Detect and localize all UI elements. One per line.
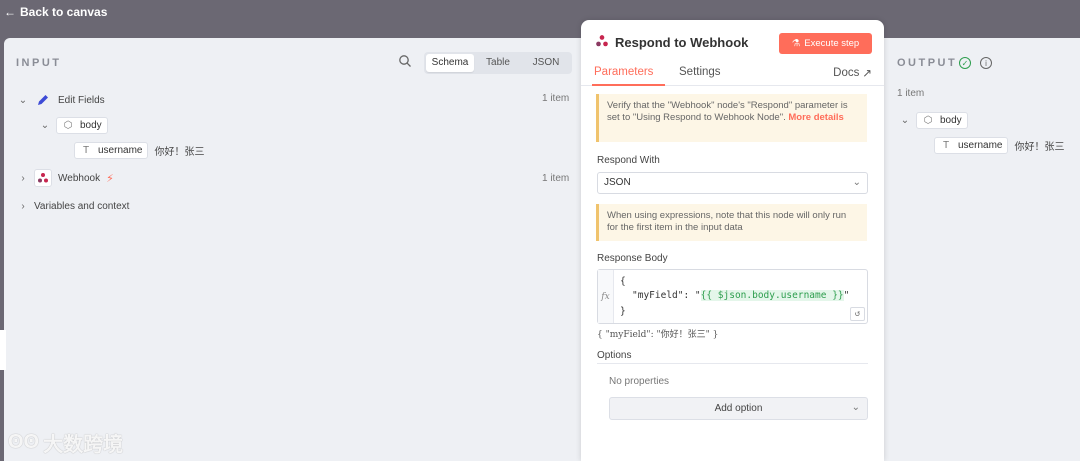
- options-label: Options: [597, 350, 632, 361]
- output-username-key-label: username: [958, 140, 1003, 151]
- info-icon[interactable]: i: [980, 57, 992, 69]
- chevron-right-icon[interactable]: ›: [18, 201, 28, 212]
- tab-parameters[interactable]: Parameters: [594, 66, 653, 78]
- code-line-2: "myField": "{{ $json.body.username }}": [632, 290, 849, 302]
- webhook-count: 1 item: [542, 173, 570, 184]
- tab-json[interactable]: JSON: [522, 54, 570, 72]
- execute-step-button[interactable]: ⚗ Execute step: [779, 33, 872, 54]
- success-check-icon: ✓: [959, 57, 971, 69]
- active-tab-underline: [592, 84, 665, 86]
- tree-item-body[interactable]: ⌄ ⬡ body: [40, 117, 108, 134]
- output-count: 1 item: [897, 88, 925, 99]
- docs-link[interactable]: Docs ↗: [833, 66, 872, 80]
- chevron-right-icon[interactable]: ›: [18, 173, 28, 184]
- back-to-canvas-link[interactable]: ← Back to canvas: [4, 5, 107, 19]
- no-properties-text: No properties: [609, 376, 670, 387]
- code-line-3: }: [620, 306, 626, 317]
- chevron-down-icon[interactable]: ⌄: [900, 115, 910, 126]
- username-key-label: username: [98, 145, 143, 156]
- node-title[interactable]: Respond to Webhook: [615, 35, 748, 50]
- add-option-label: Add option: [714, 403, 763, 414]
- text-type-icon: T: [942, 140, 950, 151]
- tab-settings[interactable]: Settings: [679, 66, 721, 78]
- tree-item-username: T username 你好！张三: [74, 142, 204, 159]
- view-mode-switch: Schema Table JSON: [424, 52, 572, 74]
- canvas-edge: [0, 330, 6, 370]
- arrow-left-icon: ←: [4, 5, 16, 19]
- output-body-key: ⬡ body: [916, 112, 968, 129]
- body-key-label: body: [80, 120, 102, 131]
- chevron-down-icon: ⌄: [852, 177, 861, 188]
- variables-label: Variables and context: [34, 201, 130, 212]
- chevron-down-icon: ⌄: [851, 402, 860, 413]
- tab-schema[interactable]: Schema: [426, 54, 474, 72]
- username-value: 你好！张三: [154, 147, 205, 158]
- webhook-label: Webhook: [58, 172, 101, 184]
- ndv-panel: INPUT Schema Table JSON ⌄ Edit Fields 1 …: [4, 38, 1080, 461]
- expression-notice-text: When using expressions, note that this n…: [607, 210, 847, 233]
- tab-table[interactable]: Table: [474, 54, 522, 72]
- expression-notice: When using expressions, note that this n…: [596, 204, 867, 241]
- more-details-link[interactable]: More details: [788, 112, 843, 123]
- code-expression: {{ $json.body.username }}: [700, 290, 844, 301]
- docs-label: Docs: [833, 67, 860, 79]
- node-settings-card: Respond to Webhook ⚗ Execute step Parame…: [581, 20, 884, 461]
- reset-icon[interactable]: ↺: [850, 307, 865, 321]
- watermark-logo: ʘʘ 大数跨境: [8, 428, 123, 457]
- code-quote: ": [843, 290, 850, 301]
- flask-icon: ⚗: [791, 38, 801, 49]
- respond-with-label: Respond With: [597, 155, 660, 166]
- top-bar: ← Back to canvas: [0, 0, 1080, 38]
- webhook-icon: [34, 169, 52, 187]
- code-key: "myField": ": [632, 290, 701, 301]
- output-username-value: 你好！张三: [1014, 142, 1065, 153]
- add-option-button[interactable]: Add option ⌄: [609, 397, 868, 420]
- respond-warning-notice: Verify that the "Webhook" node's "Respon…: [596, 94, 867, 142]
- edit-fields-count: 1 item: [542, 93, 570, 104]
- output-tree-username: T username 你好！张三: [934, 137, 1064, 154]
- search-icon[interactable]: [398, 54, 412, 68]
- options-divider: [597, 363, 868, 364]
- tree-item-variables[interactable]: › Variables and context: [18, 201, 129, 212]
- webhook-icon: [595, 34, 609, 51]
- back-label: Back to canvas: [20, 5, 108, 19]
- node-header: Respond to Webhook: [595, 34, 748, 51]
- cube-icon: ⬡: [63, 120, 73, 131]
- respond-with-value: JSON: [604, 177, 631, 188]
- tree-item-edit-fields[interactable]: ⌄ Edit Fields: [18, 91, 105, 109]
- expression-preview: { "myField": "你好！张三" }: [597, 330, 719, 340]
- code-line-1: {: [620, 276, 626, 287]
- text-type-icon: T: [82, 145, 90, 156]
- external-link-icon: ↗: [862, 68, 872, 80]
- response-body-label: Response Body: [597, 253, 668, 264]
- trigger-bolt-icon: ⚡: [106, 172, 114, 185]
- response-body-editor[interactable]: fx { "myField": "{{ $json.body.username …: [597, 269, 868, 324]
- output-tree-body[interactable]: ⌄ ⬡ body: [900, 112, 968, 129]
- output-title: OUTPUT: [897, 57, 958, 69]
- fx-expression-icon: fx: [598, 270, 614, 323]
- tree-item-webhook[interactable]: › Webhook ⚡: [18, 169, 114, 187]
- chevron-down-icon[interactable]: ⌄: [18, 95, 28, 106]
- logo-icon: ʘʘ: [8, 431, 40, 453]
- chevron-down-icon[interactable]: ⌄: [40, 120, 50, 131]
- execute-step-label: Execute step: [804, 38, 860, 49]
- username-key[interactable]: T username: [74, 142, 149, 159]
- input-title: INPUT: [16, 57, 62, 69]
- body-key: ⬡ body: [56, 117, 108, 134]
- output-body-label: body: [940, 115, 962, 126]
- pencil-icon: [34, 91, 52, 109]
- watermark-text: 大数跨境: [43, 434, 124, 456]
- edit-fields-label: Edit Fields: [58, 94, 105, 106]
- respond-with-select[interactable]: JSON ⌄: [597, 172, 868, 194]
- node-tabs: Parameters Settings Docs ↗: [581, 60, 884, 86]
- cube-icon: ⬡: [923, 115, 933, 126]
- output-username-key[interactable]: T username: [934, 137, 1009, 154]
